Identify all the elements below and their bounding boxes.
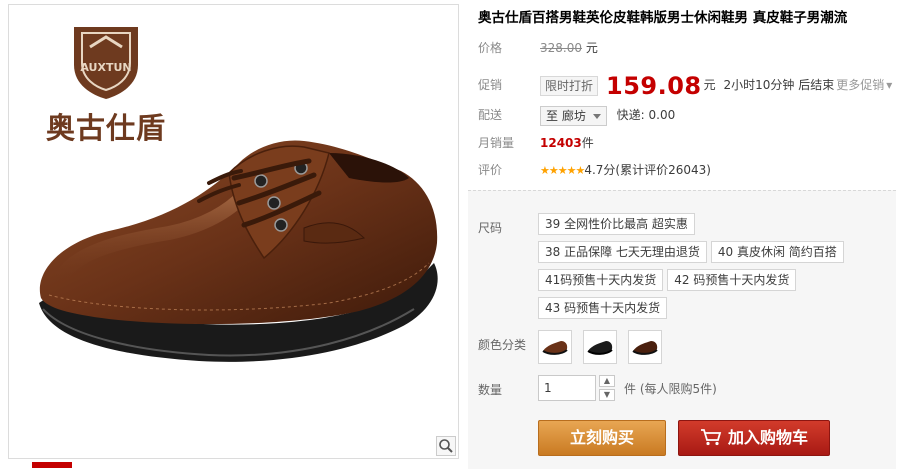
sales-label: 月销量 [478, 136, 515, 150]
quantity-note: 件 (每人限购5件) [624, 382, 717, 396]
add-to-cart-label: 加入购物车 [727, 428, 808, 447]
more-promo-link[interactable]: 更多促销 [836, 78, 884, 92]
shipping-destination-select[interactable]: 至 廊坊 [540, 105, 607, 126]
rating-label: 评价 [478, 163, 503, 177]
quantity-input[interactable]: 1 [538, 375, 596, 401]
zoom-icon[interactable] [436, 436, 456, 456]
add-to-cart-button[interactable]: 加入购物车 [678, 420, 830, 456]
shoe-photo [39, 140, 438, 362]
quantity-increase-button[interactable]: ▲ [599, 375, 615, 387]
rating-row[interactable]: 评价 ★★★★★4.7分(累计评价26043) [478, 159, 711, 181]
promo-price-currency: 元 [703, 78, 716, 92]
chevron-down-icon [592, 113, 601, 119]
size-option[interactable]: 43 码预售十天内发货 [538, 297, 668, 319]
price-row: 价格 328.00 元 [478, 37, 598, 59]
sales-row: 月销量 12403件 [478, 132, 594, 154]
cart-icon [700, 429, 722, 446]
size-option[interactable]: 41码预售十天内发货 [538, 269, 664, 291]
color-swatch-black[interactable] [582, 330, 617, 364]
sales-count: 12403 [540, 136, 582, 150]
promo-tag: 限时打折 [540, 75, 599, 96]
product-title: 奥古仕盾百搭男鞋英伦皮鞋韩版男士休闲鞋男 真皮鞋子男潮流 [478, 10, 848, 26]
buy-now-button[interactable]: 立刻购买 [538, 420, 666, 456]
size-option[interactable]: 39 全网性价比最高 超实惠 [538, 213, 695, 235]
rating-stars-icon: ★★★★★ [540, 164, 585, 177]
thumbnail-indicator[interactable] [32, 462, 72, 468]
promo-countdown: 2小时10分钟 后结束 [723, 78, 835, 92]
rating-summary[interactable]: 4.7分(累计评价26043) [584, 163, 711, 177]
shipping-row: 配送 至 廊坊 快递: 0.00 [478, 104, 675, 126]
size-options: 39 全网性价比最高 超实惠 38 正品保障 七天无理由退货 40 真皮休闲 简约… [538, 213, 888, 325]
brand-shield-text: AUXTUN [80, 61, 131, 74]
original-price: 328.00 [540, 41, 582, 55]
shipping-destination: 至 廊坊 [546, 108, 586, 123]
more-promo-chevron-icon[interactable]: ▾ [886, 78, 892, 92]
quantity-decrease-button[interactable]: ▼ [599, 389, 615, 401]
color-label: 颜色分类 [478, 338, 527, 352]
size-option[interactable]: 38 正品保障 七天无理由退货 [538, 241, 707, 263]
promo-label: 促销 [478, 78, 503, 92]
price-label: 价格 [478, 41, 503, 55]
sku-panel: 尺码 39 全网性价比最高 超实惠 38 正品保障 七天无理由退货 40 真皮休闲… [468, 190, 896, 469]
shipping-label: 配送 [478, 108, 503, 122]
color-swatch-brown[interactable] [538, 330, 572, 364]
quantity-label: 数量 [478, 383, 503, 397]
original-price-currency: 元 [585, 41, 598, 55]
size-option[interactable]: 40 真皮休闲 简约百搭 [710, 241, 844, 263]
color-options [538, 330, 669, 364]
shipping-fee: 快递: 0.00 [616, 108, 676, 122]
product-image-panel[interactable]: AUXTUN 奥古仕盾 [8, 4, 459, 459]
brand-shield-icon: AUXTUN [74, 27, 138, 99]
sales-unit: 件 [581, 136, 594, 150]
promo-row: 促销 限时打折 159.08 元 2小时10分钟 后结束 更多促销 ▾ [478, 71, 892, 100]
color-swatch-dark-brown[interactable] [627, 330, 662, 364]
size-option[interactable]: 42 码预售十天内发货 [667, 269, 797, 291]
size-label: 尺码 [478, 221, 503, 235]
promo-price: 159.08 [606, 71, 702, 100]
